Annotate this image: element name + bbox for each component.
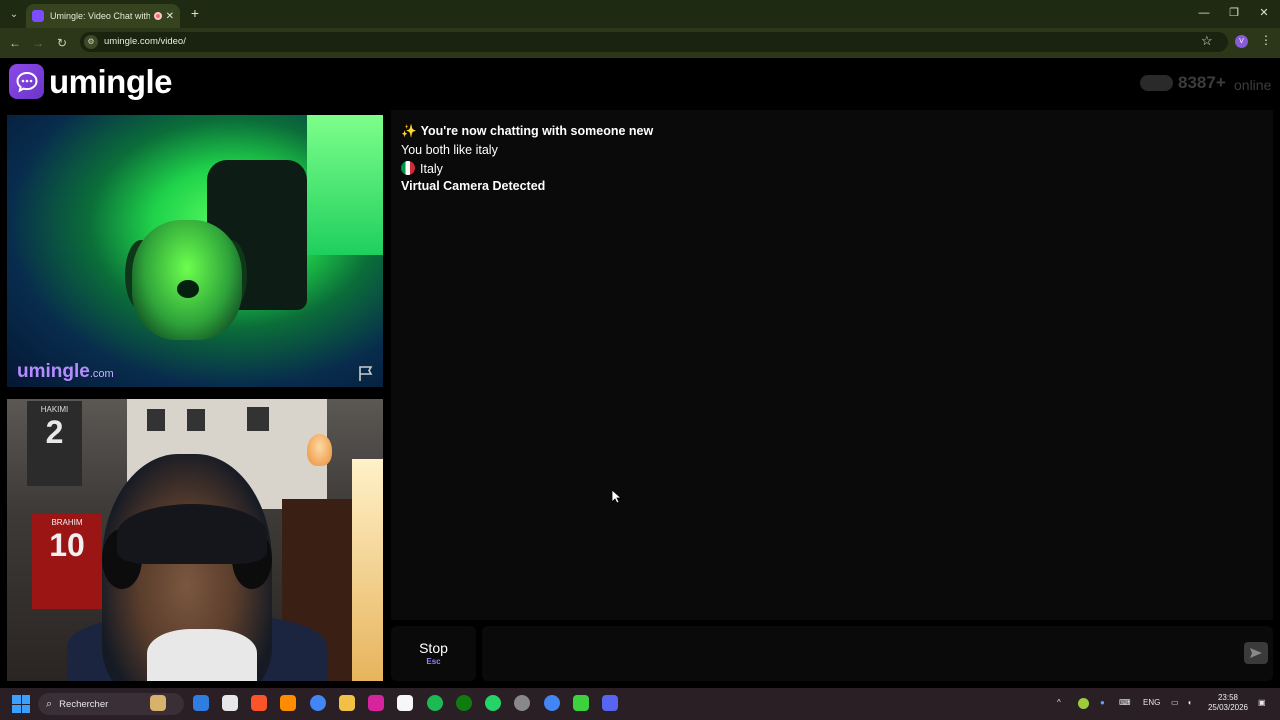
omnibox[interactable] [80, 32, 1228, 52]
microphone-icon[interactable]: ● [1100, 698, 1105, 707]
instagram-icon[interactable] [368, 695, 384, 711]
tray-app-icon[interactable] [1078, 698, 1089, 709]
tab-favicon-icon [32, 10, 44, 22]
store-icon[interactable] [397, 695, 413, 711]
chrome-icon[interactable] [310, 695, 326, 711]
poster-name: HAKIMI [40, 405, 69, 414]
stop-label: Stop [419, 640, 448, 656]
back-icon[interactable]: ← [6, 34, 24, 52]
picture-frame [187, 409, 205, 431]
poster-number: 10 [49, 527, 85, 563]
online-toggle[interactable] [1140, 75, 1173, 91]
chat-message-text: You're now chatting with someone new [420, 124, 654, 138]
floor-light [352, 459, 383, 681]
spotify-icon[interactable] [427, 695, 443, 711]
whatsapp-icon[interactable] [485, 695, 501, 711]
file-explorer-icon[interactable] [339, 695, 355, 711]
window-close-icon[interactable]: ✕ [1252, 5, 1276, 21]
taskbar-clock[interactable]: 23:58 25/03/2026 [1205, 693, 1251, 713]
tray-expand-icon[interactable]: ^ [1057, 698, 1061, 707]
poster-name: BRAHIM [51, 518, 83, 527]
online-count: 8387+ [1178, 73, 1226, 92]
terminal-icon[interactable] [222, 695, 238, 711]
watermark-domain: .com [89, 368, 114, 380]
video-watermark: umingle.com [17, 361, 114, 383]
search-highlight-icon[interactable] [150, 695, 166, 711]
site-info-icon[interactable]: ⚙ [84, 35, 98, 49]
network-icon[interactable]: ▭ [1171, 698, 1179, 707]
logo-text[interactable]: umingle [49, 63, 173, 101]
restore-icon[interactable]: ❐ [1222, 5, 1246, 21]
start-icon[interactable] [12, 695, 30, 713]
umingle-logo-icon[interactable] [9, 64, 44, 99]
person-shirt [147, 629, 257, 681]
tab-close-icon[interactable]: ✕ [166, 11, 174, 22]
brave-icon[interactable] [251, 695, 267, 711]
app-icon[interactable] [514, 695, 530, 711]
self-video: HAKIMI 2 BRAHIM 10 [7, 399, 383, 681]
chat-message-new-partner: ✨ You're now chatting with someone new [401, 124, 653, 139]
chat-message-country: Italy [401, 161, 443, 176]
reload-icon[interactable]: ↻ [53, 34, 71, 52]
sparkles-icon: ✨ [401, 124, 417, 138]
play-icon[interactable] [573, 695, 589, 711]
minimize-icon[interactable]: — [1192, 5, 1216, 21]
message-input[interactable] [482, 626, 1273, 681]
bookmark-star-icon[interactable]: ☆ [1201, 33, 1213, 49]
watermark-main: umingle [17, 361, 90, 382]
jersey-poster: HAKIMI 2 [27, 401, 82, 486]
stop-button[interactable]: Stop Esc [391, 626, 476, 681]
recording-indicator-icon [153, 12, 162, 20]
chrome-active-icon[interactable] [544, 695, 560, 711]
language-indicator[interactable]: ENG [1143, 698, 1160, 707]
xbox-icon[interactable] [456, 695, 472, 711]
browser-menu-icon[interactable]: ⋮ [1260, 33, 1272, 47]
picture-frame [247, 407, 269, 431]
stranger-video: umingle.com [7, 115, 383, 387]
italy-flag-icon [401, 161, 415, 175]
online-label: online [1234, 77, 1272, 93]
new-tab-button[interactable]: + [187, 5, 203, 21]
mouse-cursor-icon [611, 489, 623, 504]
chat-message-text: Italy [420, 162, 443, 176]
send-icon [1250, 648, 1262, 658]
person-cap [117, 504, 267, 564]
clock-date: 25/03/2026 [1207, 703, 1249, 712]
stop-shortcut-hint: Esc [426, 657, 441, 666]
url-text[interactable]: umingle.com/video/ [104, 36, 186, 47]
clock-time: 23:58 [1217, 693, 1239, 702]
background-light [307, 115, 383, 255]
lamp [307, 434, 332, 466]
picture-frame [147, 409, 165, 431]
tab-title: Umingle: Video Chat with S [50, 11, 150, 21]
keyboard-icon[interactable]: ⌨ [1119, 698, 1131, 707]
chat-message-interests: You both like italy [401, 143, 498, 157]
browser-tab[interactable]: Umingle: Video Chat with S ✕ [26, 4, 180, 28]
send-button[interactable] [1244, 642, 1268, 664]
taskbar-search-placeholder: Rechercher [59, 698, 109, 710]
chat-message-virtual-camera: Virtual Camera Detected [401, 179, 546, 193]
discord-icon[interactable] [602, 695, 618, 711]
defender-icon[interactable] [193, 695, 209, 711]
notification-icon[interactable]: ▣ [1258, 698, 1266, 707]
search-icon: ⌕ [46, 697, 53, 710]
jersey-poster: BRAHIM 10 [32, 514, 102, 609]
volume-icon[interactable]: ◖ [1187, 698, 1192, 707]
vlc-icon[interactable] [280, 695, 296, 711]
poster-number: 2 [45, 414, 64, 450]
profile-avatar[interactable]: V [1235, 35, 1248, 48]
forward-icon[interactable]: → [29, 34, 47, 52]
dog-nose [177, 280, 199, 298]
report-flag-icon[interactable] [357, 365, 375, 383]
tab-search-chevron-icon[interactable]: ⌄ [6, 6, 22, 22]
